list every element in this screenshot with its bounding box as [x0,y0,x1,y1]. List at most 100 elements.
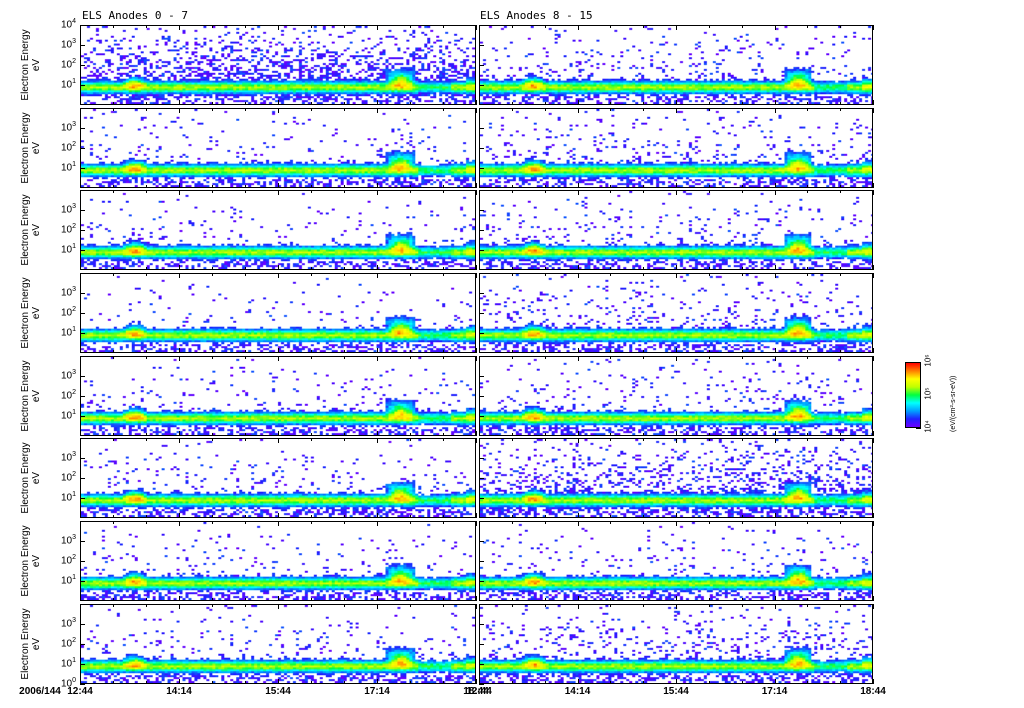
y-tick-mark [80,333,85,334]
y-tick-mark [479,65,484,66]
x-tick-mark [676,604,677,609]
x-tick-mark [245,108,246,111]
x-tick-mark [443,350,444,353]
x-tick-mark [741,267,743,270]
x-tick-mark [80,521,81,526]
y-tick-label: 103 [60,203,76,216]
x-tick-mark [476,679,477,684]
x-tick-mark [643,267,645,270]
y-tick-mark [80,416,85,417]
x-tick-mark [443,102,444,105]
x-tick-mark [577,679,579,684]
x-tick-mark [479,596,480,601]
x-tick-mark [146,681,147,684]
x-tick-mark [511,102,513,105]
y-tick-label: 102 [60,554,76,567]
x-tick-mark [610,350,612,353]
y-tick-mark [80,168,85,169]
x-tick-mark [577,108,579,113]
x-tick-mark [146,273,147,276]
x-tick-mark [344,681,345,684]
x-tick-mark [410,604,411,607]
x-tick-mark [113,108,114,111]
x-tick-mark [544,598,546,601]
x-tick-mark [544,25,546,28]
x-tick-mark [113,681,114,684]
x-tick-mark [577,190,579,195]
x-tick-mark [377,513,378,518]
y-axis-label: Electron Energy eV [20,521,50,601]
x-tick-mark [113,273,114,276]
x-tick-mark [146,604,147,607]
x-tick-mark [708,190,710,193]
x-tick-mark [377,190,378,195]
y-axis-title: Electron Energy [20,29,31,101]
x-tick-mark [544,273,546,276]
y-tick-label: 102 [60,223,76,236]
x-tick-mark [774,431,776,436]
x-tick-mark [807,598,809,601]
x-tick-label: 15:44 [663,686,689,697]
x-tick-mark [511,598,513,601]
x-tick-mark [807,515,809,518]
x-tick-mark [344,356,345,359]
x-tick-mark [377,108,378,113]
x-tick-mark [179,356,180,361]
spectrogram-panel [479,273,873,353]
x-tick-mark [377,100,378,105]
x-tick-mark [774,183,776,188]
x-tick-mark [212,604,213,607]
x-tick-mark [344,185,345,188]
x-tick-mark [610,356,612,359]
y-tick-label: 103 [60,369,76,382]
x-tick-mark [245,604,246,607]
x-tick-label: 17:14 [364,686,390,697]
x-tick-mark [410,433,411,436]
x-tick-mark [873,25,874,30]
x-tick-mark [245,598,246,601]
x-tick-mark [544,350,546,353]
x-tick-mark [80,265,81,270]
x-tick-mark [774,25,776,30]
spectrogram-panel [80,521,476,601]
x-tick-mark [511,521,513,524]
x-tick-mark [774,438,776,443]
x-tick-mark [212,681,213,684]
x-tick-mark [873,265,874,270]
x-tick-mark [676,100,677,105]
x-tick-mark [179,273,180,278]
spectrogram-panel [479,190,873,270]
y-tick-mark [479,396,484,397]
x-tick-mark [344,438,345,441]
x-tick-mark [410,356,411,359]
x-tick-mark [311,438,312,441]
x-tick-mark [544,681,546,684]
right-column-title: ELS Anodes 8 - 15 [480,9,593,22]
x-tick-mark [840,108,842,111]
x-tick-mark [179,348,180,353]
spectrogram-canvas [480,439,872,517]
spectrogram-panel [479,25,873,105]
y-axis-title: Electron Energy [20,525,31,597]
x-tick-mark [511,433,513,436]
x-tick-mark [179,604,180,609]
x-tick-mark [840,190,842,193]
x-tick-mark [179,521,180,526]
x-tick-mark [113,267,114,270]
x-tick-mark [377,183,378,188]
x-tick-label: 15:44 [265,686,291,697]
y-axis-title: Electron Energy [20,608,31,680]
spectrogram-panel [80,604,476,684]
x-tick-mark [278,348,279,353]
x-tick-mark [443,267,444,270]
x-tick-mark [311,267,312,270]
x-tick-mark [741,102,743,105]
y-axis-unit: eV [31,471,42,485]
x-tick-mark [80,596,81,601]
y-tick-mark [479,128,484,129]
x-tick-mark [80,438,81,443]
x-tick-mark [443,108,444,111]
x-tick-mark [774,265,776,270]
y-tick-label: 103 [60,121,76,134]
x-tick-mark [741,350,743,353]
